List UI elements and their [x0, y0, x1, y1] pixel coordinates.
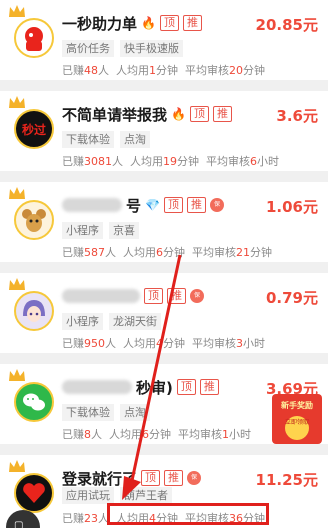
top-badge: 顶 — [144, 288, 163, 304]
task-tag: 葫芦王者 — [120, 487, 172, 504]
task-card[interactable]: 号 💎 顶 推 保 1.06元 小程序 京喜 已赚587人 人均用6分钟 平均审… — [0, 182, 328, 262]
task-price: 0.79元 — [265, 289, 318, 307]
wechat-icon — [23, 393, 45, 411]
task-card[interactable]: 一秒助力单 🔥 顶 推 20.85元 高价任务 快手极速版 已赚48人 人均用1… — [0, 0, 328, 80]
task-card[interactable]: 顶 推 保 0.79元 小程序 龙湖天街 已赚950人 人均用4分钟 平均审核3… — [0, 273, 328, 353]
fire-icon: 🔥 — [171, 107, 186, 121]
task-tag: 下载体验 — [62, 404, 114, 421]
promo-claim-button[interactable]: 立即领取 — [285, 416, 309, 440]
recommend-badge: 推 — [182, 15, 202, 31]
fire-icon: 🔥 — [141, 16, 156, 30]
avatar-text: 秒过 — [21, 122, 46, 137]
crown-icon — [9, 187, 25, 199]
recommend-badge: 推 — [186, 197, 206, 213]
task-tag: 高价任务 — [62, 40, 114, 57]
task-card[interactable]: 秒过 不简单请举报我 🔥 顶 推 3.6元 下载体验 点淘 已赚3081人 人均… — [0, 91, 328, 171]
clipboard-icon: ▢ — [14, 520, 24, 528]
task-tag: 龙湖天街 — [109, 313, 161, 330]
red-character-icon — [25, 27, 43, 51]
mouse-cartoon-icon — [22, 209, 46, 232]
task-price: 20.85元 — [255, 16, 318, 34]
task-title: 不简单请举报我 — [62, 105, 168, 124]
task-tag: 下载体验 — [62, 131, 114, 148]
top-badge: 顶 — [163, 197, 183, 213]
recommend-badge: 推 — [164, 470, 184, 486]
task-stats: 已赚3081人 人均用19分钟 平均审核6小时 — [62, 155, 279, 168]
task-tag: 小程序 — [62, 222, 103, 239]
annotation-highlight-box — [107, 503, 269, 525]
task-stats: 已赚8人 人均用6分钟 平均审核1小时 — [62, 428, 251, 441]
task-tag: 快手极速版 — [120, 40, 183, 57]
anime-girl-icon — [23, 300, 45, 322]
task-price: 1.06元 — [265, 198, 318, 216]
task-stats: 已赚950人 人均用4分钟 平均审核3小时 — [62, 337, 265, 350]
top-badge: 顶 — [159, 15, 179, 31]
task-title: 登录就行了 — [62, 469, 138, 488]
avatar — [9, 187, 56, 240]
task-tag: 京喜 — [109, 222, 139, 239]
top-badge: 顶 — [176, 379, 196, 395]
avatar — [9, 369, 56, 422]
diamond-icon: 💎 — [145, 198, 160, 212]
blurred-title — [62, 380, 132, 394]
recommend-badge: 推 — [199, 379, 219, 395]
task-tag: 小程序 — [62, 313, 103, 330]
guarantee-badge: 保 — [190, 289, 204, 303]
avatar: 秒过 — [9, 96, 56, 149]
task-tag: 点淘 — [120, 404, 150, 421]
recommend-badge: 推 — [212, 106, 232, 122]
avatar — [9, 5, 56, 58]
crown-icon — [9, 96, 25, 108]
avatar — [9, 278, 56, 331]
task-tag: 应用试玩 — [62, 487, 114, 504]
crown-icon — [9, 278, 25, 290]
task-stats: 已赚48人 人均用1分钟 平均审核20分钟 — [62, 64, 265, 77]
crown-icon — [9, 369, 25, 381]
heart-icon — [23, 483, 45, 503]
crown-icon — [9, 5, 25, 17]
task-price: 11.25元 — [255, 471, 318, 489]
task-stats: 已赚587人 人均用6分钟 平均审核21分钟 — [62, 246, 272, 259]
task-title: 号 — [126, 196, 142, 215]
recommend-badge: 推 — [167, 288, 186, 304]
task-price: 3.6元 — [276, 107, 318, 125]
blurred-title — [62, 198, 122, 212]
guarantee-badge: 保 — [187, 471, 202, 485]
promo-title: 新手奖励 — [281, 401, 313, 410]
avatar — [9, 460, 56, 513]
top-badge: 顶 — [189, 106, 209, 122]
guarantee-badge: 保 — [209, 198, 224, 212]
task-title: 秒审) — [136, 378, 173, 397]
blurred-title — [62, 289, 140, 303]
task-title: 一秒助力单 — [62, 14, 138, 33]
crown-icon — [9, 460, 25, 472]
top-badge: 顶 — [141, 470, 161, 486]
newbie-reward-envelope[interactable]: 新手奖励 立即领取 — [272, 394, 322, 444]
task-tag: 点淘 — [120, 131, 150, 148]
